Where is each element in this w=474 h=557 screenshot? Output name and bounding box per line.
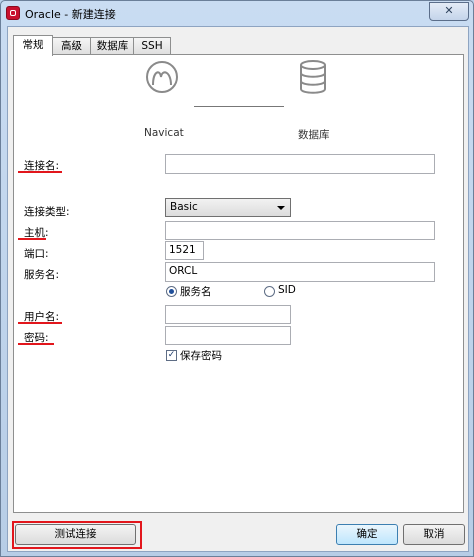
connection-name-input[interactable]	[165, 154, 435, 174]
chevron-down-icon	[277, 206, 285, 210]
tab-databases[interactable]: 数据库	[90, 37, 135, 55]
window-title: Oracle - 新建连接	[25, 8, 116, 21]
sid-radio[interactable]	[264, 286, 275, 297]
service-name-input[interactable]: ORCL	[165, 262, 435, 282]
navicat-label: Navicat	[144, 127, 184, 139]
database-icon	[300, 60, 326, 94]
tab-advanced[interactable]: 高级	[51, 37, 92, 55]
connection-type-value: Basic	[170, 201, 198, 213]
cancel-button[interactable]: 取消	[403, 524, 465, 545]
password-input[interactable]	[165, 326, 291, 345]
annotation-underline	[18, 171, 62, 173]
service-name-radio-label[interactable]: 服务名	[180, 284, 212, 299]
oracle-app-icon	[6, 6, 20, 20]
tab-ssh[interactable]: SSH	[133, 37, 171, 55]
service-name-label: 服务名:	[24, 269, 60, 281]
annotation-underline	[18, 238, 46, 240]
port-label: 端口:	[24, 248, 49, 260]
annotation-box	[12, 521, 142, 549]
annotation-underline	[18, 343, 54, 345]
general-panel: Navicat 数据库 连接名: 连接类型: Basic 主机: 端口: 152…	[13, 54, 464, 513]
annotation-underline	[18, 322, 62, 324]
connector-line	[194, 106, 284, 107]
connection-diagram: Navicat 数据库	[14, 55, 463, 145]
save-password-checkbox[interactable]: ✓	[166, 350, 177, 361]
save-password-label[interactable]: 保存密码	[180, 348, 222, 363]
database-label: 数据库	[298, 129, 330, 141]
tab-general[interactable]: 常规	[13, 35, 53, 56]
dialog-window: Oracle - 新建连接 ✕ 常规 高级 数据库 SSH Navicat 数据…	[0, 0, 474, 557]
sid-radio-label[interactable]: SID	[278, 284, 296, 296]
close-button[interactable]: ✕	[429, 2, 469, 21]
host-input[interactable]	[165, 221, 435, 240]
dialog-client-area: 常规 高级 数据库 SSH Navicat 数据库 连接名: 连接类型: Bas…	[7, 26, 469, 552]
ok-button[interactable]: 确定	[336, 524, 398, 545]
service-name-radio[interactable]	[166, 286, 177, 297]
navicat-logo-icon	[146, 61, 178, 93]
connection-type-label: 连接类型:	[24, 206, 70, 218]
title-bar[interactable]: Oracle - 新建连接 ✕	[1, 1, 473, 25]
username-input[interactable]	[165, 305, 291, 324]
port-input[interactable]: 1521	[165, 241, 204, 260]
connection-type-select[interactable]: Basic	[165, 198, 291, 217]
